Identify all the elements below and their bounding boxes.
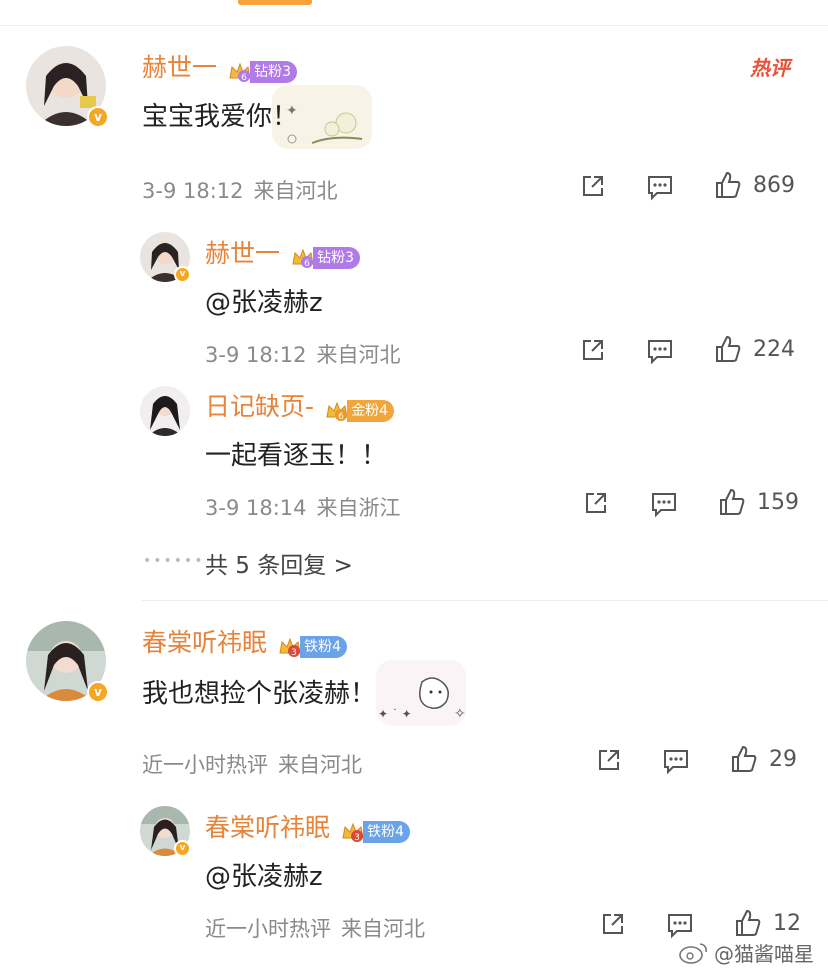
reply-header: 赫世一 6 钻粉3 [205, 234, 361, 270]
svg-text:3: 3 [354, 833, 360, 842]
comment-button[interactable] [661, 747, 691, 775]
like-icon [716, 171, 741, 198]
username[interactable]: 赫世一 [142, 53, 217, 82]
watermark-text: @猫酱喵星 [714, 942, 814, 966]
comment-button[interactable] [645, 337, 675, 365]
comment-meta: 近一小时热评 来自河北 [142, 749, 362, 779]
svg-text:6: 6 [338, 412, 344, 421]
comment-divider [142, 600, 828, 601]
reply-text: @张凌赫z [205, 862, 323, 892]
comment-icon [668, 914, 692, 939]
share-icon [583, 176, 603, 196]
username[interactable]: 春棠听祎眠 [205, 813, 330, 842]
weibo-logo-icon [679, 942, 707, 964]
comment-time: 近一小时热评 [142, 753, 268, 777]
share-icon [586, 493, 606, 513]
share-button[interactable] [579, 172, 607, 200]
fan-badge[interactable]: 6 钻粉3 [291, 246, 361, 269]
reply-time: 3-9 18:12 [205, 343, 307, 367]
comment-location: 来自河北 [278, 753, 362, 777]
watermark: @猫酱喵星 [678, 938, 814, 967]
reply-meta: 近一小时热评 来自河北 [205, 913, 425, 943]
comment-text: 宝宝我爱你！ [142, 102, 299, 132]
comment-button[interactable] [665, 911, 695, 939]
comment-2-header: 春棠听祎眠 3 铁粉4 [142, 623, 348, 659]
comment-button[interactable] [645, 173, 675, 201]
like-icon [716, 335, 741, 362]
fan-badge[interactable]: 3 铁粉4 [341, 820, 411, 843]
like-count: 869 [753, 172, 795, 198]
username[interactable]: 日记缺页- [205, 392, 314, 421]
comment-1-header: 赫世一 6 钻粉3 [142, 48, 298, 84]
comment-icon [648, 176, 672, 201]
comment-icon [664, 750, 688, 775]
reply-location: 来自浙江 [316, 496, 401, 520]
like-icon [720, 488, 745, 515]
svg-text:6: 6 [304, 259, 310, 268]
share-button[interactable] [582, 489, 610, 517]
verified-badge-icon: v [87, 106, 109, 128]
crown-icon: 6 [229, 62, 251, 82]
share-button[interactable] [579, 336, 607, 364]
reply-header: 春棠听祎眠 3 铁粉4 [205, 808, 411, 844]
comment-location: 来自河北 [253, 179, 338, 203]
svg-text:✦ ˙ ✦: ✦ ˙ ✦ [378, 707, 412, 721]
comment-icon [652, 493, 676, 518]
crown-icon: 3 [342, 822, 364, 842]
more-replies-link[interactable]: 共 5 条回复 > [205, 546, 353, 580]
share-icon [599, 750, 619, 770]
svg-text:✧: ✧ [454, 706, 466, 722]
like-count: 159 [757, 489, 799, 515]
comment-button[interactable] [649, 490, 679, 518]
like-button[interactable]: 12 [733, 908, 801, 938]
share-icon [583, 340, 603, 360]
share-button[interactable] [599, 910, 627, 938]
fan-badge[interactable]: 3 铁粉4 [278, 635, 348, 658]
like-button[interactable]: 869 [713, 170, 795, 200]
username[interactable]: 赫世一 [205, 239, 280, 268]
verified-badge-icon: v [87, 681, 109, 703]
like-button[interactable]: 224 [713, 334, 795, 364]
svg-text:3: 3 [291, 648, 297, 657]
top-tab-bar [0, 0, 828, 24]
comment-text: 我也想捡个张凌赫！ [142, 679, 377, 709]
reply-text: @张凌赫z [205, 288, 323, 318]
verified-badge-icon: v [174, 840, 191, 857]
crown-icon: 3 [279, 637, 301, 657]
like-button[interactable]: 159 [717, 487, 799, 517]
fan-badge[interactable]: 6 钻粉3 [228, 60, 298, 83]
verified-badge-icon: v [174, 266, 191, 283]
like-icon [736, 909, 761, 936]
share-button[interactable] [595, 746, 623, 774]
reply-time: 3-9 18:14 [205, 496, 307, 520]
fan-badge[interactable]: 6 金粉4 [325, 399, 395, 422]
like-count: 29 [769, 746, 797, 772]
reply-meta: 3-9 18:14 来自浙江 [205, 492, 401, 522]
like-count: 224 [753, 336, 795, 362]
reply-meta: 3-9 18:12 来自河北 [205, 339, 401, 369]
reply-location: 来自河北 [316, 343, 401, 367]
like-button[interactable]: 29 [729, 744, 797, 774]
comment-icon [648, 340, 672, 365]
crown-icon: 6 [292, 248, 314, 268]
crown-icon: 6 [326, 401, 348, 421]
cute-face-sticker-icon: ✦ ˙ ✦ ✧ [378, 677, 466, 722]
like-icon [732, 745, 757, 772]
hot-comment-tag: 热评 [750, 56, 790, 80]
svg-text:6: 6 [241, 73, 247, 82]
reply-location: 来自河北 [341, 917, 425, 941]
more-replies-dots: •••••• [143, 553, 205, 569]
username[interactable]: 春棠听祎眠 [142, 628, 267, 657]
sticker-bubble-decoration: ✦ ˙ ✦ ✧ [376, 660, 466, 726]
active-tab-indicator [238, 0, 312, 5]
avatar[interactable] [140, 386, 190, 436]
reply-header: 日记缺页- 6 金粉4 [205, 387, 395, 423]
like-count: 12 [773, 910, 801, 936]
reply-text: 一起看逐玉！！ [205, 441, 388, 471]
comment-time: 3-9 18:12 [142, 179, 244, 203]
top-divider [0, 25, 828, 26]
comment-meta: 3-9 18:12 来自河北 [142, 175, 338, 205]
reply-time: 近一小时热评 [205, 917, 331, 941]
share-icon [603, 914, 623, 934]
